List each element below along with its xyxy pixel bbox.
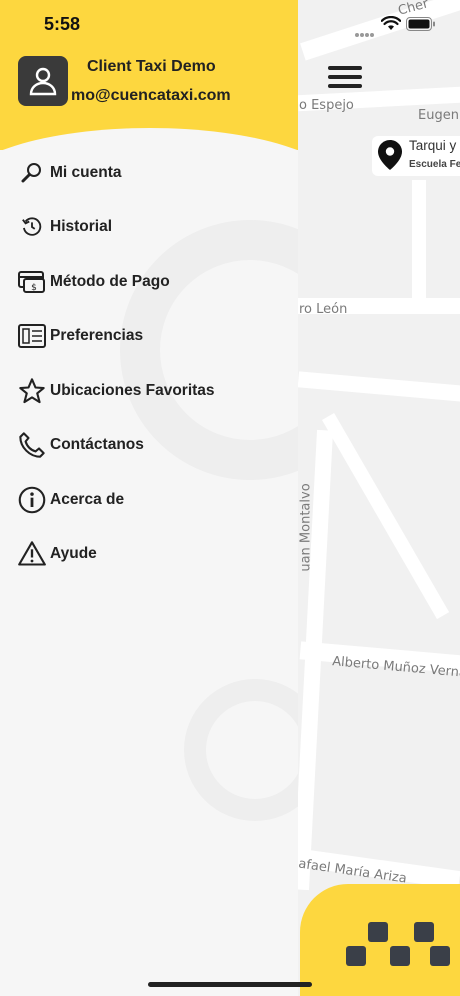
taxi-checker-icon bbox=[346, 922, 450, 966]
street-label: ro León bbox=[299, 302, 348, 317]
menu-item-acerca-de[interactable]: Acerca de bbox=[18, 480, 288, 520]
client-name: Client Taxi Demo bbox=[87, 58, 216, 75]
pin-subtitle: Escuela Fe bbox=[409, 159, 460, 170]
street-label: Eugeni bbox=[418, 108, 460, 123]
history-icon bbox=[18, 213, 46, 241]
menu-item-label: Contáctanos bbox=[50, 436, 144, 453]
menu-item-label: Ubicaciones Favoritas bbox=[50, 382, 215, 399]
menu-item-label: Preferencias bbox=[50, 327, 144, 344]
menu-item-label: Acerca de bbox=[50, 491, 125, 508]
location-pin-card[interactable]: Tarqui y Escuela Fe bbox=[372, 136, 460, 176]
menu-item-preferencias[interactable]: Preferencias bbox=[18, 316, 288, 356]
phone-icon bbox=[18, 431, 46, 459]
payment-icon: $ bbox=[18, 268, 46, 296]
user-icon bbox=[29, 67, 57, 96]
menu-item-contactanos[interactable]: Contáctanos bbox=[18, 425, 288, 465]
preferences-icon bbox=[18, 322, 46, 350]
taxi-logo-badge bbox=[300, 884, 460, 996]
menu-item-label: Método de Pago bbox=[50, 273, 170, 290]
menu-item-ubicaciones-favoritas[interactable]: Ubicaciones Favoritas bbox=[18, 371, 288, 411]
avatar[interactable] bbox=[18, 56, 68, 106]
search-icon bbox=[18, 159, 46, 187]
street-label: uan Montalvo bbox=[298, 483, 314, 572]
menu-item-ayude[interactable]: Ayude bbox=[18, 534, 288, 574]
menu-item-mi-cuenta[interactable]: Mi cuenta bbox=[18, 153, 288, 193]
star-icon bbox=[18, 377, 46, 405]
map-pin-icon bbox=[378, 140, 402, 175]
svg-text:$: $ bbox=[31, 283, 37, 293]
status-bar: 5:58 bbox=[0, 0, 460, 46]
menu-item-label: Mi cuenta bbox=[50, 164, 122, 181]
status-time: 5:58 bbox=[44, 14, 81, 34]
battery-icon bbox=[406, 17, 436, 36]
warning-icon bbox=[18, 540, 46, 568]
pin-title: Tarqui y bbox=[409, 138, 457, 153]
hamburger-menu-icon[interactable] bbox=[328, 66, 362, 92]
signal-icon bbox=[355, 25, 375, 43]
side-drawer: Client Taxi Demo mo@cuencataxi.com Mi cu… bbox=[0, 0, 298, 996]
info-icon bbox=[18, 486, 46, 514]
street-label: o Espejo bbox=[299, 98, 354, 113]
map-road bbox=[322, 413, 450, 620]
menu-item-historial[interactable]: Historial bbox=[18, 207, 288, 247]
wifi-icon bbox=[380, 15, 402, 37]
client-email: mo@cuencataxi.com bbox=[71, 87, 231, 104]
menu-item-label: Historial bbox=[50, 218, 113, 235]
map-road bbox=[297, 371, 460, 405]
menu-item-metodo-de-pago[interactable]: $ Método de Pago bbox=[18, 262, 288, 302]
home-indicator[interactable] bbox=[148, 982, 312, 987]
map-road bbox=[412, 180, 426, 300]
menu-item-label: Ayude bbox=[50, 545, 97, 562]
